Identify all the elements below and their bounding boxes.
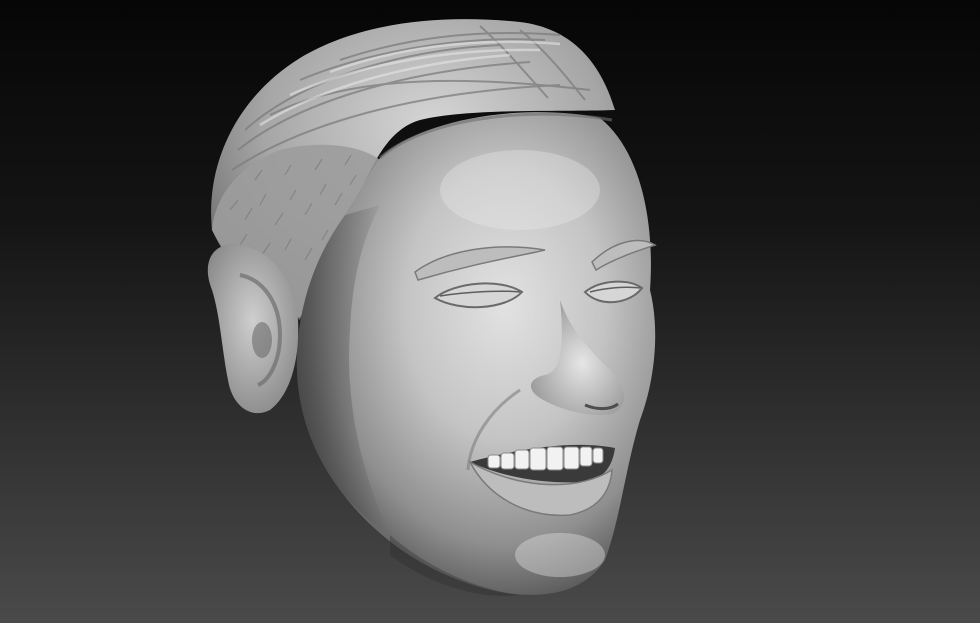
render-viewport bbox=[0, 0, 980, 623]
chin-highlight bbox=[515, 533, 605, 577]
sculpt-render bbox=[0, 0, 980, 623]
forehead-highlight bbox=[440, 150, 600, 230]
